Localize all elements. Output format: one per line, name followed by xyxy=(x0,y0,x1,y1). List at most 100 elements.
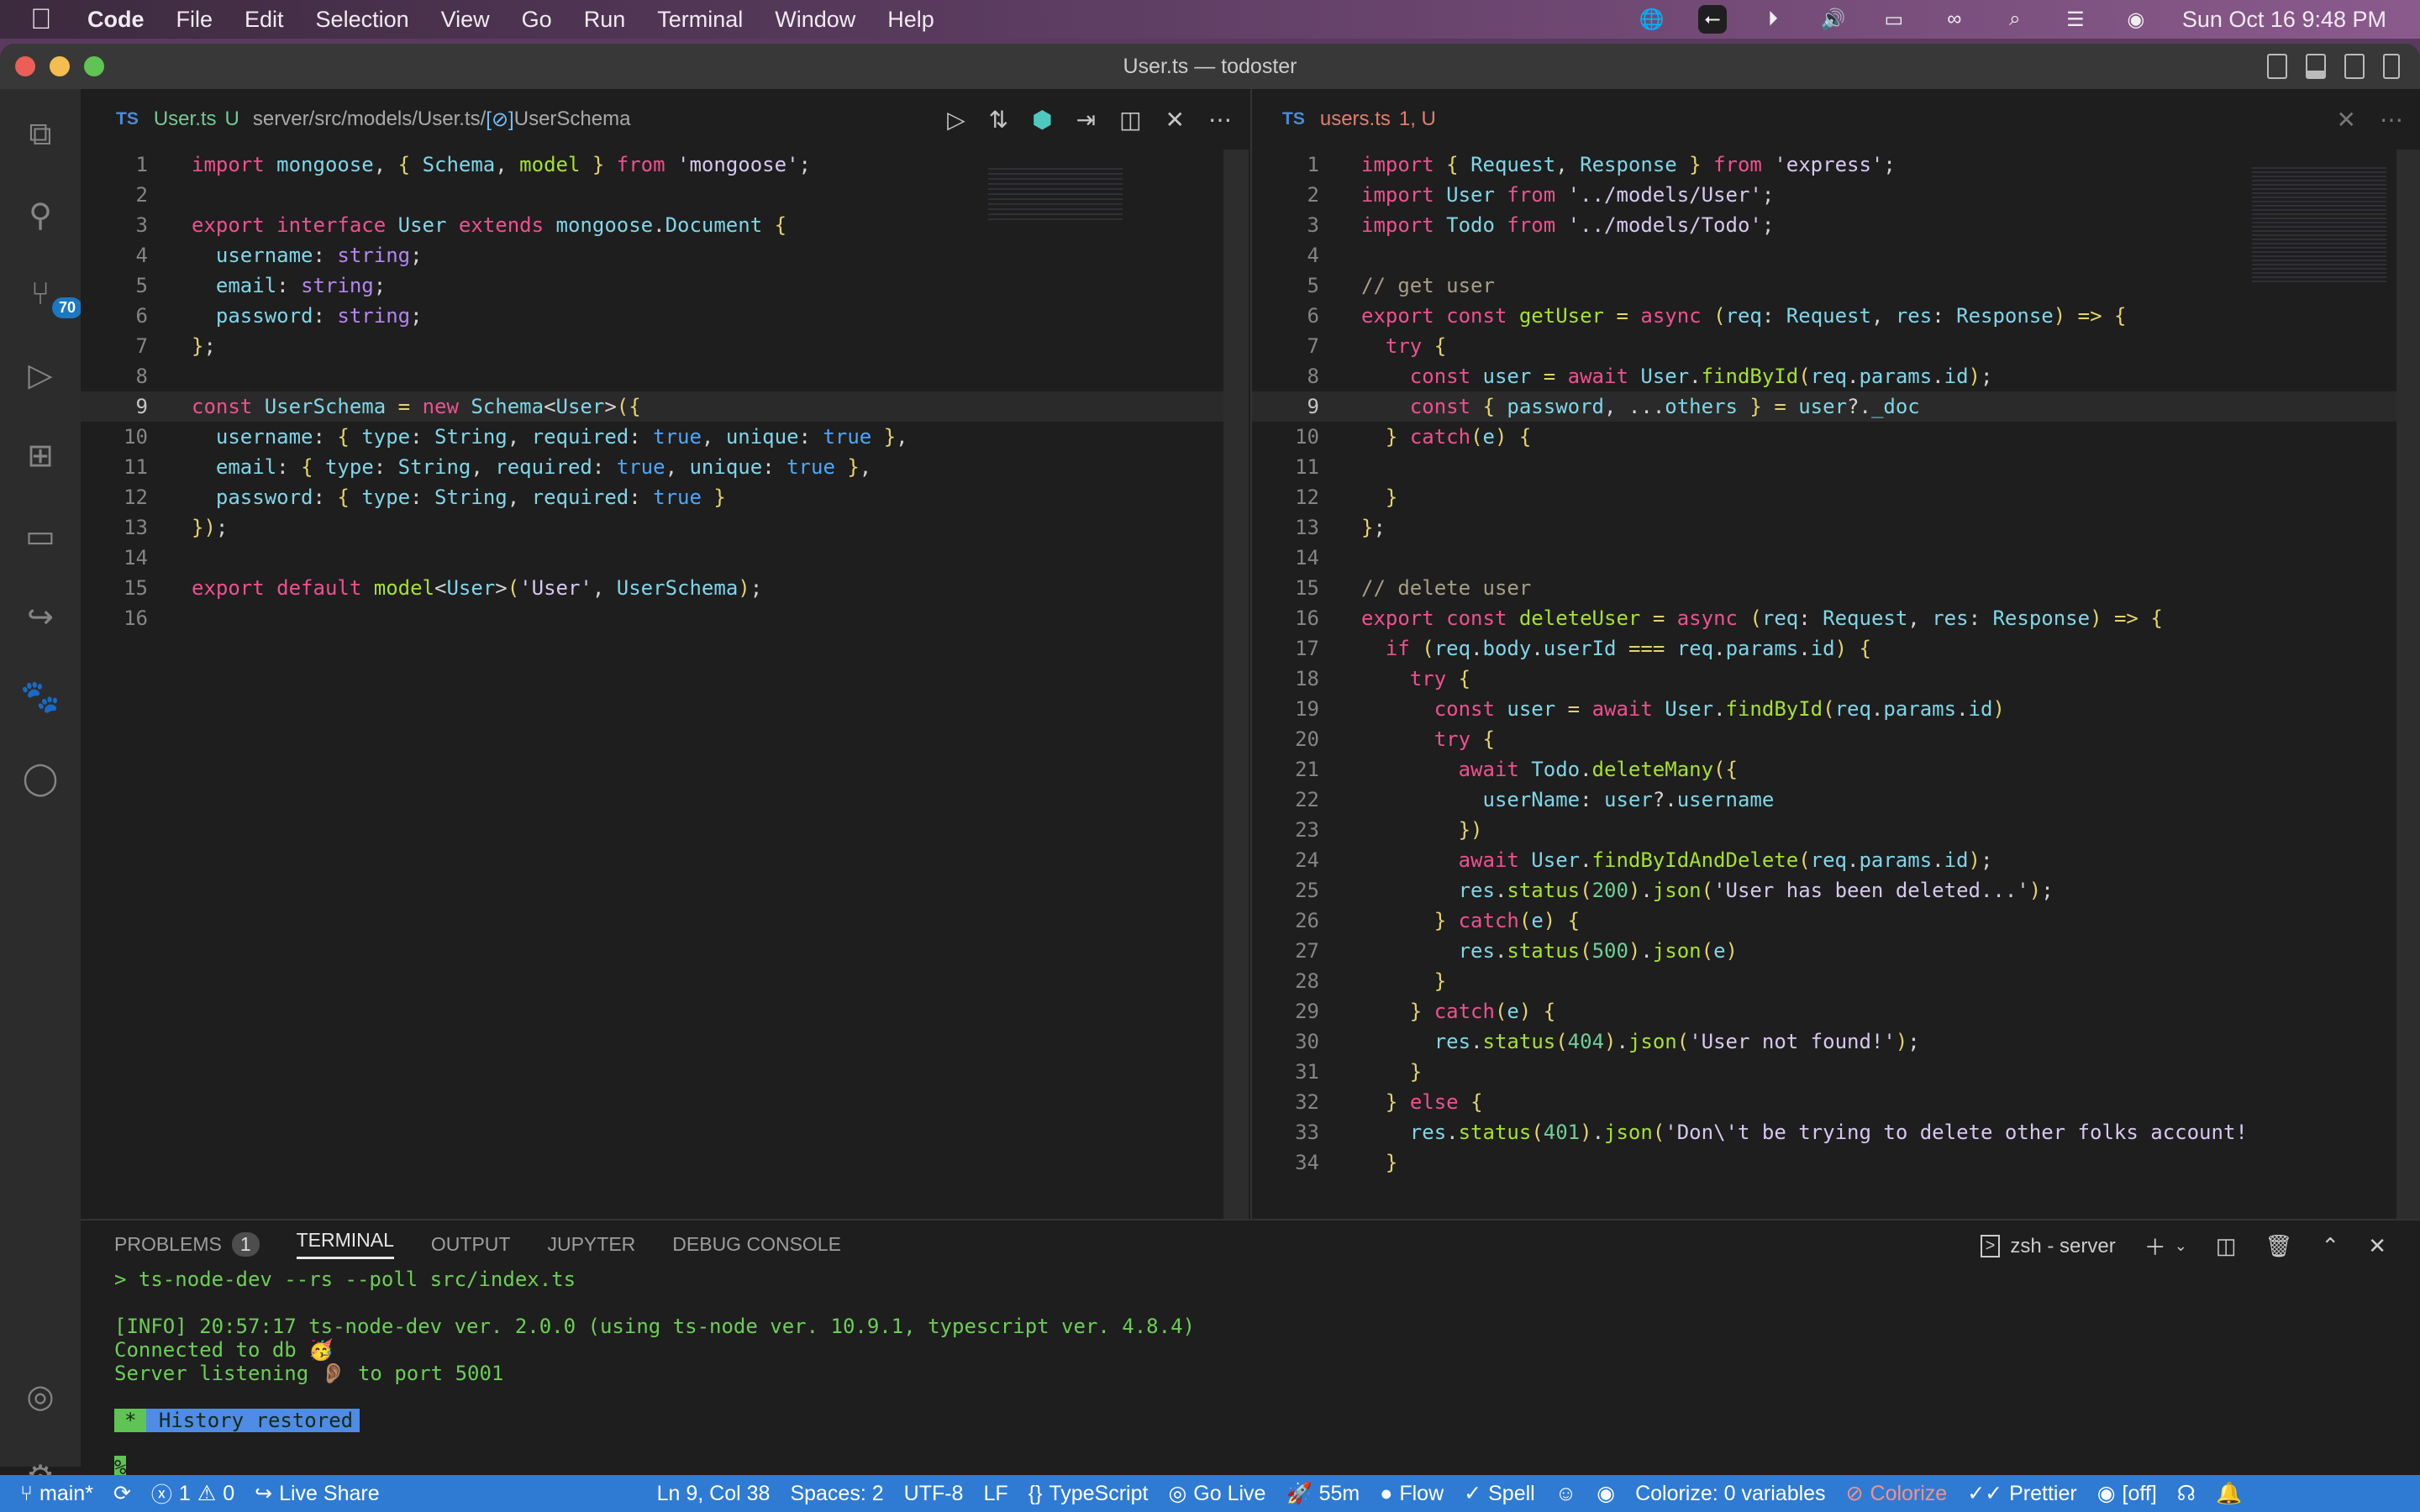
feedback-icon[interactable]: ☊ xyxy=(2177,1481,2196,1506)
new-terminal-icon[interactable]: ＋ xyxy=(2144,1231,2166,1262)
language-mode[interactable]: {} TypeScript xyxy=(1028,1482,1149,1506)
code-line[interactable]: 3 import Todo from '../models/Todo'; xyxy=(1252,210,2420,240)
link-icon[interactable]: ∞ xyxy=(1940,5,1969,34)
code-line[interactable]: 12 password: { type: String, required: t… xyxy=(81,482,1249,512)
code-line[interactable]: 13}; xyxy=(1252,512,2420,543)
customize-layout-icon[interactable] xyxy=(2383,54,2400,79)
code-line[interactable]: 28 } xyxy=(1252,966,2420,996)
code-line[interactable]: 24 await User.findByIdAndDelete(req.para… xyxy=(1252,845,2420,875)
code-line[interactable]: 31 } xyxy=(1252,1057,2420,1087)
search-icon[interactable]: ⌕ xyxy=(2001,5,2029,34)
left-code-area[interactable]: 1 import mongoose, { Schema, model } from… xyxy=(81,150,1249,1219)
maximize-panel-chevron-up-icon[interactable]: ⌃ xyxy=(2321,1233,2339,1259)
code-line[interactable]: 19 const user = await User.findById(req.… xyxy=(1252,694,2420,724)
end-of-line[interactable]: LF xyxy=(983,1482,1007,1506)
menu-edit[interactable]: Edit xyxy=(245,7,284,33)
code-line[interactable]: 27 res.status(500).json(e) xyxy=(1252,936,2420,966)
menu-file[interactable]: File xyxy=(176,7,213,33)
github-icon[interactable]: ◯ xyxy=(18,756,62,800)
flow-status[interactable]: ● Flow xyxy=(1380,1482,1444,1506)
more-actions-icon[interactable]: ⋯ xyxy=(2380,106,2403,134)
toggle-view-icon[interactable]: ⇥ xyxy=(1076,106,1096,134)
indentation[interactable]: Spaces: 2 xyxy=(790,1482,883,1506)
code-line[interactable]: 11 xyxy=(1252,452,2420,482)
menu-terminal[interactable]: Terminal xyxy=(657,7,743,33)
menu-run[interactable]: Run xyxy=(584,7,626,33)
code-line[interactable]: 13}); xyxy=(81,512,1249,543)
right-code-area[interactable]: 1 import { Request, Response } from 'expr… xyxy=(1252,150,2420,1219)
menu-view[interactable]: View xyxy=(441,7,490,33)
spell-status[interactable]: ✓ Spell xyxy=(1464,1481,1535,1506)
accounts-icon[interactable]: ◎ xyxy=(18,1374,62,1418)
code-line[interactable]: 4 username: string; xyxy=(81,240,1249,270)
code-line[interactable]: 16 export const deleteUser = async (req: … xyxy=(1252,603,2420,633)
code-line[interactable]: 10 username: { type: String, required: t… xyxy=(81,422,1249,452)
apple-icon[interactable]:  xyxy=(30,3,59,36)
code-line[interactable]: 21 await Todo.deleteMany({ xyxy=(1252,754,2420,785)
problems-status[interactable]: ⓧ 1 ⚠ 0 xyxy=(151,1478,234,1509)
live-share-icon[interactable]: ↪ xyxy=(18,595,62,638)
run-debug-icon[interactable]: ▷ xyxy=(18,353,62,396)
close-tab-icon[interactable]: ✕ xyxy=(2337,106,2356,134)
run-icon[interactable]: ▷ xyxy=(947,106,965,134)
watch-status[interactable]: ◉ [off] xyxy=(2097,1481,2157,1506)
compare-changes-icon[interactable]: ⇅ xyxy=(989,106,1008,134)
code-line[interactable]: 32 } else { xyxy=(1252,1087,2420,1117)
menu-window[interactable]: Window xyxy=(775,7,855,33)
timer-status[interactable]: 🚀 55m xyxy=(1286,1482,1360,1506)
code-line[interactable]: 20 try { xyxy=(1252,724,2420,754)
code-line[interactable]: 34 } xyxy=(1252,1147,2420,1178)
code-line[interactable]: 23 }) xyxy=(1252,815,2420,845)
live-share-status[interactable]: ↪ Live Share xyxy=(255,1481,379,1506)
extension-action-icon[interactable]: ⬢ xyxy=(1032,106,1052,134)
split-editor-icon[interactable]: ◫ xyxy=(1119,106,1141,134)
close-tab-icon[interactable]: ✕ xyxy=(1165,106,1185,134)
code-line[interactable]: 5 email: string; xyxy=(81,270,1249,301)
code-line[interactable]: 2 import User from '../models/User'; xyxy=(1252,180,2420,210)
right-vertical-scrollbar[interactable] xyxy=(2396,150,2420,1219)
code-line[interactable]: 7 try { xyxy=(1252,331,2420,361)
code-line[interactable]: 8 xyxy=(81,361,1249,391)
paw-icon[interactable]: 🐾 xyxy=(18,675,62,719)
code-line[interactable]: 9 const UserSchema = new Schema<User>({ xyxy=(81,391,1249,422)
code-line[interactable]: 29 } catch(e) { xyxy=(1252,996,2420,1026)
code-line[interactable]: 30 res.status(404).json('User not found!… xyxy=(1252,1026,2420,1057)
code-line[interactable]: 14 xyxy=(1252,543,2420,573)
toggle-primary-sidebar-icon[interactable] xyxy=(2267,54,2287,79)
code-line[interactable]: 4 xyxy=(1252,240,2420,270)
menu-app-name[interactable]: Code xyxy=(87,7,145,33)
globe-icon[interactable]: 🌐 xyxy=(1638,5,1666,34)
right-minimap[interactable] xyxy=(2252,165,2386,282)
tab-output[interactable]: OUTPUT xyxy=(431,1233,511,1256)
code-line[interactable]: 15 export default model<User>('User', Use… xyxy=(81,573,1249,603)
sync-icon[interactable]: ⟳ xyxy=(113,1481,131,1506)
colorize-variables[interactable]: Colorize: 0 variables xyxy=(1635,1482,1826,1506)
code-line[interactable]: 11 email: { type: String, required: true… xyxy=(81,452,1249,482)
more-actions-icon[interactable]: ⋯ xyxy=(1208,106,1232,134)
code-line[interactable]: 8 const user = await User.findById(req.p… xyxy=(1252,361,2420,391)
play-icon[interactable]: ⏵ xyxy=(1759,5,1787,34)
menubar-clock[interactable]: Sun Oct 16 9:48 PM xyxy=(2182,7,2386,33)
code-line[interactable]: 33 res.status(401).json('Don\'t be tryin… xyxy=(1252,1117,2420,1147)
code-line[interactable]: 17 if (req.body.userId === req.params.id… xyxy=(1252,633,2420,664)
cursor-position[interactable]: Ln 9, Col 38 xyxy=(657,1482,771,1506)
terminal-name[interactable]: zsh - server xyxy=(2010,1235,2115,1258)
code-line[interactable]: 26 } catch(e) { xyxy=(1252,906,2420,936)
left-minimap[interactable] xyxy=(988,165,1123,223)
tab-users-ts[interactable]: users.ts xyxy=(1320,108,1391,131)
branch-status[interactable]: ⑂ main* xyxy=(20,1482,93,1506)
menu-go[interactable]: Go xyxy=(522,7,552,33)
code-line[interactable]: 9 const { password, ...others } = user?.… xyxy=(1252,391,2420,422)
search-icon[interactable]: ⚲ xyxy=(18,193,62,237)
split-terminal-icon[interactable]: ◫ xyxy=(2216,1233,2237,1259)
code-line[interactable]: 18 try { xyxy=(1252,664,2420,694)
colorize-toggle[interactable]: ⊘ Colorize xyxy=(1846,1481,1948,1506)
close-panel-icon[interactable]: ✕ xyxy=(2368,1233,2386,1259)
battery-icon[interactable]: ▭ xyxy=(1880,5,1908,34)
code-line[interactable]: 22 userName: user?.username xyxy=(1252,785,2420,815)
breadcrumb-symbol[interactable]: UserSchema xyxy=(514,108,631,131)
go-live-button[interactable]: ◎ Go Live xyxy=(1168,1481,1265,1506)
volume-icon[interactable]: 🔊 xyxy=(1819,5,1848,34)
code-line[interactable]: 25 res.status(200).json('User has been d… xyxy=(1252,875,2420,906)
tab-debug-console[interactable]: DEBUG CONSOLE xyxy=(672,1233,841,1256)
